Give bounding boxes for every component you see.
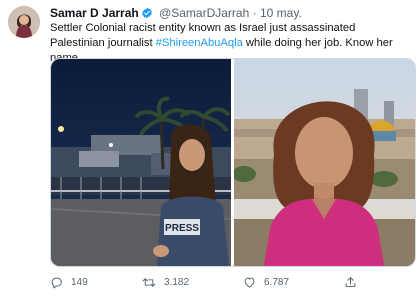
like-count: 6.787 [264,277,290,288]
share-icon [344,276,357,289]
heart-icon [243,276,256,289]
hashtag-link[interactable]: #ShireenAbuAqla [156,37,243,49]
retweet-button[interactable]: 3.182 [142,276,189,289]
media-grid: PRESS [50,58,416,267]
tweet-card[interactable]: Samar D Jarrah @SamarDJarrah · 10 may. S… [0,0,420,295]
photo-night-street[interactable]: PRESS [51,59,231,266]
press-vest-label: PRESS [165,223,199,234]
reply-icon [50,276,63,289]
separator-dot: · [252,6,257,20]
action-bar: 149 3.182 6.787 [50,276,410,290]
retweet-icon [142,276,156,289]
retweet-count: 3.182 [164,277,190,288]
share-button[interactable] [344,276,357,289]
display-name[interactable]: Samar D Jarrah [50,6,139,20]
tweet-date[interactable]: 10 may. [260,6,302,20]
avatar[interactable] [8,6,40,38]
reply-button[interactable]: 149 [50,276,88,289]
photo-portrait[interactable] [234,59,415,266]
reply-count: 149 [71,277,88,288]
like-button[interactable]: 6.787 [243,276,289,289]
user-handle[interactable]: @SamarDJarrah [159,6,249,20]
